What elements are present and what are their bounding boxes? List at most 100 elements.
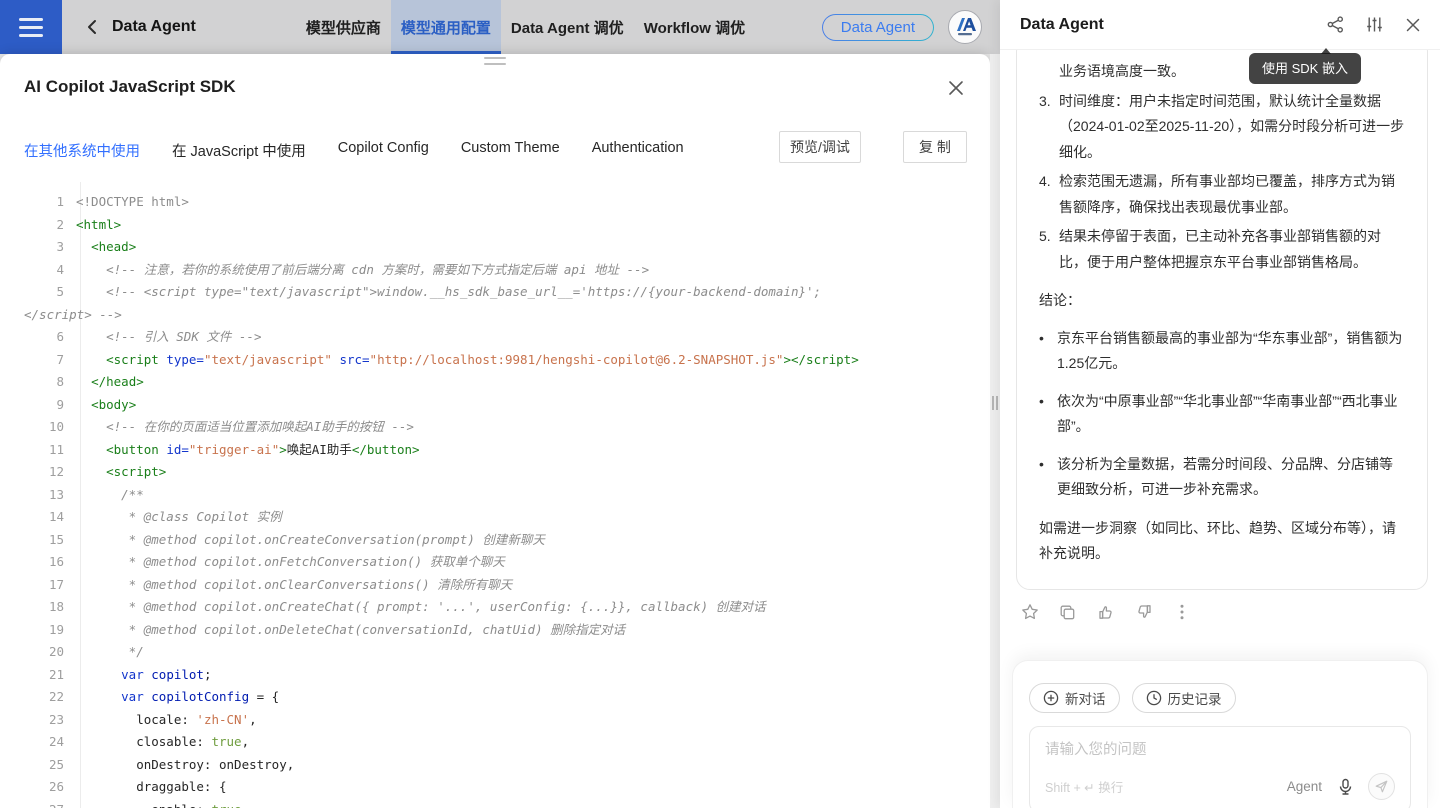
code-segment: <!-- 引入 SDK 文件 --> (106, 329, 261, 344)
code-line: 3 <head> (24, 236, 966, 259)
code-segment: <!-- 注意，若你的系统使用了前后端分离 cdn 方案时，需要如下方式指定后端… (106, 262, 649, 277)
modal-tab[interactable]: Authentication (592, 140, 684, 161)
sdk-embed-tooltip: 使用 SDK 嵌入 (1249, 53, 1361, 84)
line-number: 25 (24, 754, 76, 777)
agent-mode-label[interactable]: Agent (1287, 779, 1322, 794)
line-number: 2 (24, 214, 76, 237)
item-number: 4. (1039, 169, 1059, 220)
new-chat-label: 新对话 (1065, 688, 1106, 708)
topbar-tab[interactable]: 模型通用配置 (391, 0, 501, 54)
code-line: 23 locale: 'zh-CN', (24, 709, 966, 732)
code-line: 27 enable: true (24, 799, 966, 808)
modal-close-button[interactable] (946, 78, 966, 98)
assistant-message-card: 业务语境高度一致。 3.时间维度：用户未指定时间范围，默认统计全量数据（2024… (1016, 50, 1428, 590)
topbar-tab[interactable]: 模型供应商 (296, 0, 391, 54)
chat-composer: 新对话 历史记录 请输入您的问题 Shift + ↵ 换行 Agent (1012, 660, 1428, 808)
history-button[interactable]: 历史记录 (1132, 683, 1236, 713)
code-segment (76, 667, 121, 682)
hamburger-menu-button[interactable] (0, 0, 62, 54)
code-segment: locale: (76, 712, 196, 727)
message-numbered-list: 3.时间维度：用户未指定时间范围，默认统计全量数据（2024-01-02至202… (1039, 89, 1405, 276)
modal-tab[interactable]: 在 JavaScript 中使用 (172, 140, 306, 161)
code-line: 13 /** (24, 484, 966, 507)
modal-tab[interactable]: Custom Theme (461, 140, 560, 161)
copy-button[interactable]: 复 制 (903, 131, 967, 163)
input-placeholder: 请输入您的问题 (1045, 738, 1395, 759)
topbar-tabs: 模型供应商模型通用配置Data Agent 调优Workflow 调优 (296, 0, 755, 54)
more-actions-button[interactable] (1172, 603, 1191, 622)
bullet-text: 依次为“中原事业部”“华北事业部”“华南事业部”“西北事业部”。 (1057, 389, 1405, 440)
thumbs-up-button[interactable] (1096, 603, 1115, 622)
panel-close-button[interactable] (1404, 16, 1422, 34)
line-number: 1 (24, 191, 76, 214)
numbered-item: 4.检索范围无遗漏，所有事业部均已覆盖，排序方式为销售额降序，确保找出表现最优事… (1039, 169, 1405, 220)
voice-input-button[interactable] (1336, 778, 1354, 796)
chevron-left-icon (85, 19, 99, 35)
data-agent-badge[interactable]: Data Agent (823, 15, 933, 40)
code-segment: type= (166, 352, 204, 367)
code-line: 20 */ (24, 641, 966, 664)
line-number: 7 (24, 349, 76, 372)
item-text: 时间维度：用户未指定时间范围，默认统计全量数据（2024-01-02至2025-… (1059, 89, 1405, 166)
code-line: 19 * @method copilot.onDeleteChat(conver… (24, 619, 966, 642)
line-number: 5 (24, 281, 76, 304)
bullet-item: •京东平台销售额最高的事业部为“华东事业部”，销售额为1.25亿元。 (1039, 326, 1405, 377)
line-number: 14 (24, 506, 76, 529)
code-line: 24 closable: true, (24, 731, 966, 754)
hamburger-icon (19, 18, 43, 21)
message-bullet-list: •京东平台销售额最高的事业部为“华东事业部”，销售额为1.25亿元。 •依次为“中… (1039, 326, 1405, 503)
code-segment (76, 487, 121, 502)
code-line: 17 * @method copilot.onClearConversation… (24, 574, 966, 597)
thumbs-down-button[interactable] (1134, 603, 1153, 622)
copy-message-button[interactable] (1058, 603, 1077, 622)
code-segment: onDestroy: onDestroy, (76, 757, 294, 772)
code-segment: * @class Copilot 实例 (76, 509, 282, 524)
code-segment: <html> (76, 217, 121, 232)
bullet-item: •依次为“中原事业部”“华北事业部”“华南事业部”“西北事业部”。 (1039, 389, 1405, 440)
embed-share-button[interactable] (1326, 16, 1344, 34)
panel-splitter[interactable] (990, 54, 1000, 808)
line-number: 18 (24, 596, 76, 619)
code-segment: copilotConfig (151, 689, 249, 704)
favorite-button[interactable] (1020, 603, 1039, 622)
settings-button[interactable] (1365, 16, 1383, 34)
code-segment: <body> (91, 397, 136, 412)
modal-tab[interactable]: 在其他系统中使用 (24, 140, 140, 161)
line-number: 17 (24, 574, 76, 597)
question-input[interactable]: 请输入您的问题 Shift + ↵ 换行 Agent (1029, 726, 1411, 808)
code-line: 26 draggable: { (24, 776, 966, 799)
modal-tabs: 在其他系统中使用 在 JavaScript 中使用 Copilot Config Cu… (24, 140, 684, 161)
code-segment: </script> --> (24, 307, 122, 322)
code-segment: </button> (352, 442, 420, 457)
conclusion-label: 结论： (1039, 288, 1405, 314)
preview-debug-button[interactable]: 预览/调试 (779, 131, 861, 163)
item-number: 5. (1039, 224, 1059, 275)
brand-logo[interactable] (948, 10, 982, 44)
code-segment (76, 262, 106, 277)
splitter-grip-icon (992, 396, 998, 410)
page-title: Data Agent (112, 18, 196, 36)
line-number: 6 (24, 326, 76, 349)
message-closing: 如需进一步洞察（如同比、环比、趋势、区域分布等），请补充说明。 (1039, 516, 1405, 567)
chat-scroll-area[interactable]: 业务语境高度一致。 3.时间维度：用户未指定时间范围，默认统计全量数据（2024… (1000, 50, 1440, 660)
code-line: 5 <!-- <script type="text/javascript">wi… (24, 281, 966, 326)
modal-drag-handle[interactable] (484, 57, 506, 65)
code-segment (76, 442, 106, 457)
code-segment: */ (76, 644, 144, 659)
modal-tab[interactable]: Copilot Config (338, 140, 429, 161)
code-segment: = { (249, 689, 279, 704)
code-segment: "trigger-ai" (189, 442, 279, 457)
line-number: 22 (24, 686, 76, 709)
back-button[interactable] (82, 17, 102, 37)
topbar-tab[interactable]: Data Agent 调优 (501, 0, 634, 54)
line-number: 4 (24, 259, 76, 282)
numbered-item: 5.结果未停留于表面，已主动补充各事业部销售额的对比，便于用户整体把握京东平台事… (1039, 224, 1405, 275)
send-button[interactable] (1368, 773, 1395, 800)
code-line: 8 </head> (24, 371, 966, 394)
code-segment: draggable: { (76, 779, 227, 794)
new-chat-button[interactable]: 新对话 (1029, 683, 1120, 713)
sdk-modal: AI Copilot JavaScript SDK 在其他系统中使用在 Java… (0, 54, 990, 808)
code-line: 15 * @method copilot.onCreateConversatio… (24, 529, 966, 552)
line-number: 15 (24, 529, 76, 552)
topbar-tab[interactable]: Workflow 调优 (634, 0, 755, 54)
